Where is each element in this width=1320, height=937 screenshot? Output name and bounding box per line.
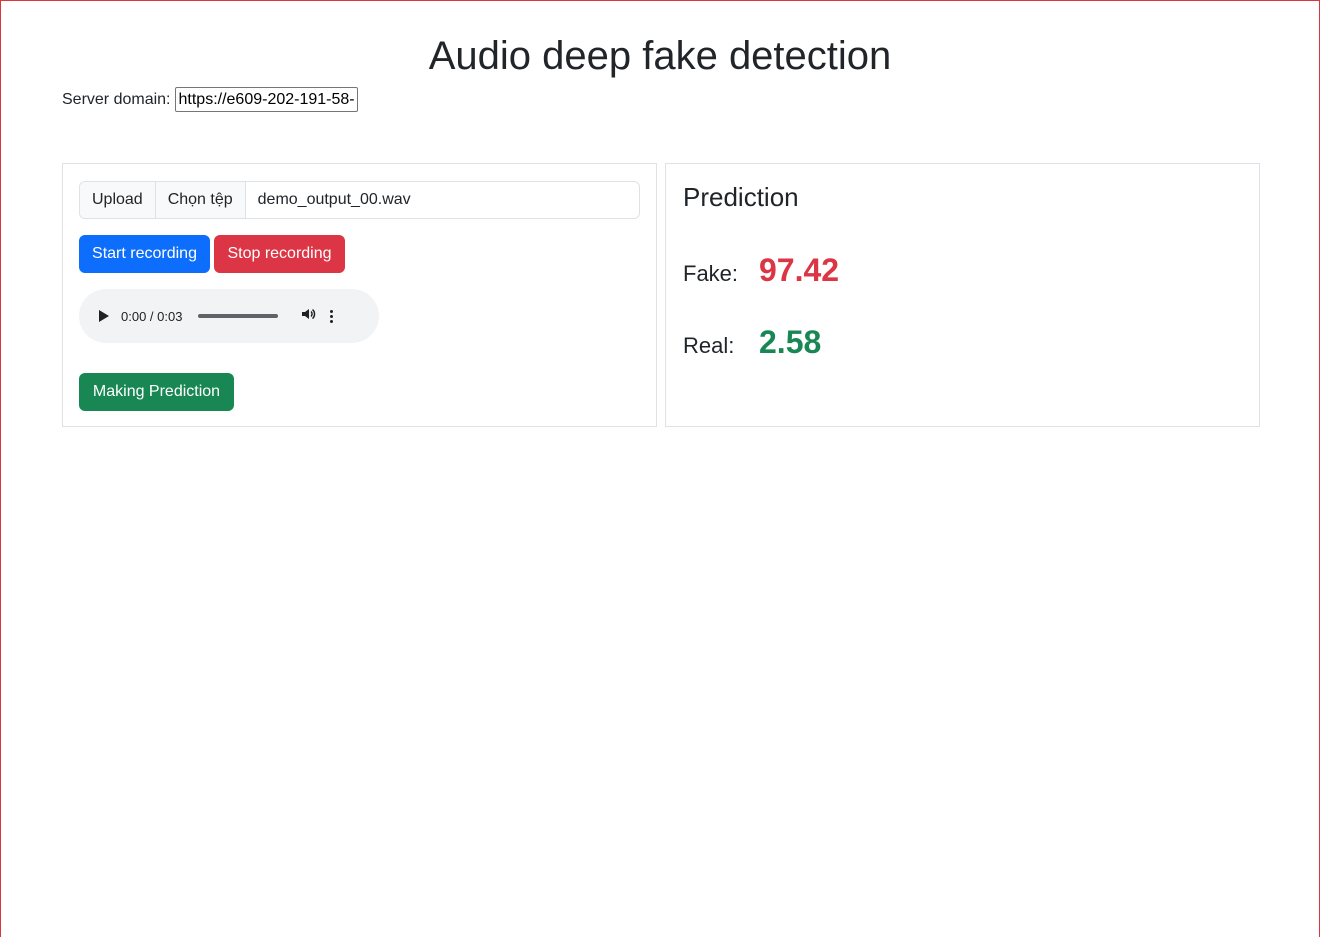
volume-icon[interactable] bbox=[300, 306, 316, 326]
input-panel: Upload Chọn tệp demo_output_00.wav Start… bbox=[62, 163, 657, 427]
audio-time: 0:00 / 0:03 bbox=[121, 308, 183, 324]
play-icon[interactable] bbox=[99, 310, 109, 322]
real-label: Real: bbox=[683, 333, 735, 358]
real-row: Real: 2.58 bbox=[683, 324, 821, 361]
file-upload-group[interactable]: Upload Chọn tệp demo_output_00.wav bbox=[79, 181, 640, 219]
server-domain-row: Server domain: bbox=[62, 87, 358, 112]
audio-progress-track[interactable] bbox=[198, 314, 279, 318]
upload-addon-label: Upload bbox=[80, 182, 156, 218]
stop-recording-button[interactable]: Stop recording bbox=[214, 235, 345, 273]
server-domain-input[interactable] bbox=[174, 87, 358, 112]
more-options-icon[interactable] bbox=[330, 309, 334, 323]
page-title: Audio deep fake detection bbox=[428, 34, 892, 78]
server-domain-label: Server domain: bbox=[62, 90, 171, 108]
prediction-panel: Prediction Fake: 97.42 Real: 2.58 bbox=[665, 163, 1260, 427]
real-score: 2.58 bbox=[759, 324, 822, 360]
fake-score: 97.42 bbox=[759, 252, 840, 288]
audio-player: 0:00 / 0:03 bbox=[79, 289, 379, 343]
prediction-title: Prediction bbox=[683, 182, 799, 212]
making-prediction-button[interactable]: Making Prediction bbox=[79, 373, 234, 411]
choose-file-button[interactable]: Chọn tệp bbox=[155, 182, 246, 218]
selected-file-name: demo_output_00.wav bbox=[257, 191, 411, 208]
start-recording-button[interactable]: Start recording bbox=[79, 235, 210, 273]
fake-label: Fake: bbox=[683, 261, 739, 286]
fake-row: Fake: 97.42 bbox=[683, 252, 839, 289]
